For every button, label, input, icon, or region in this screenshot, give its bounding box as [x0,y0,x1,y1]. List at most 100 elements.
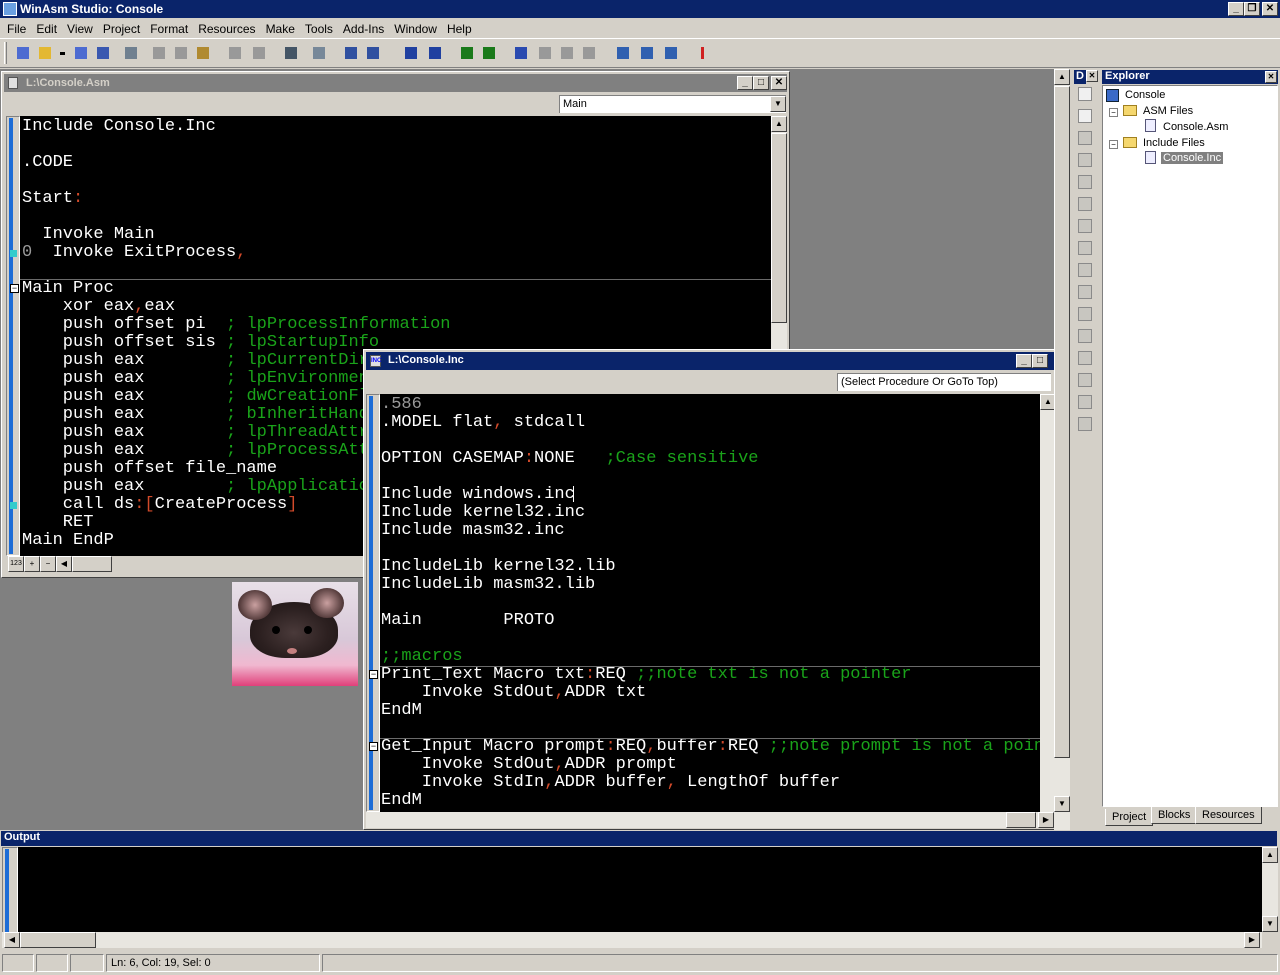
asm-vscroll-thumb[interactable] [771,133,787,323]
scroll-up-icon[interactable]: ▲ [1262,847,1278,863]
inc-procedure-combo[interactable]: (Select Procedure Or GoTo Top) [837,373,1051,391]
tab-project[interactable]: Project [1105,809,1154,826]
code-line[interactable] [22,262,450,280]
menu-make[interactable]: Make [261,19,300,39]
output-hscroll-thumb[interactable] [20,932,96,948]
app-restore-button[interactable]: ❐ [1244,2,1260,16]
menu-view[interactable]: View [62,19,98,39]
code-line[interactable] [381,594,1052,612]
scroll-left-icon[interactable]: ◀ [56,556,72,572]
send-back-icon[interactable] [1078,417,1092,431]
cut-icon[interactable] [148,42,170,64]
code-line[interactable]: Invoke Main [22,226,450,244]
copy-icon[interactable] [170,42,192,64]
tab-blocks[interactable]: Blocks [1151,807,1198,824]
code-line[interactable] [22,136,450,154]
explorer-close-button[interactable]: ✕ [1265,71,1277,83]
scroll-down-icon[interactable]: ▼ [1054,796,1070,812]
save-all-icon[interactable] [92,42,114,64]
tree-expand-icon[interactable]: − [1109,140,1118,149]
asm-procedure-combo[interactable]: Main ▼ [559,95,786,113]
asm-minimize-button[interactable]: _ [737,76,753,90]
code-line[interactable]: Start: [22,190,450,208]
add-file-icon[interactable] [308,42,330,64]
menu-format[interactable]: Format [145,19,193,39]
toggle-grid-icon[interactable] [1078,87,1092,101]
tree-inc-file[interactable]: Console.Inc [1161,152,1224,164]
code-line[interactable] [22,172,450,190]
fold-marker-icon[interactable]: − [10,284,19,293]
same-width-icon[interactable] [1078,285,1092,299]
open-icon[interactable] [34,42,56,64]
inc-maximize-button[interactable]: □ [1032,354,1048,368]
menu-resources[interactable]: Resources [193,19,260,39]
inc-window-titlebar[interactable]: INC L:\Console.Inc _ □ [366,352,1054,370]
tree-expand-icon[interactable]: − [1109,108,1118,117]
align-center-icon[interactable] [1078,175,1092,189]
code-line[interactable]: ;;macros [381,648,1052,666]
indent-icon[interactable] [400,42,422,64]
output-text-area[interactable] [18,847,1262,932]
inc-code-area[interactable]: .586 .MODEL flat, stdcall OPTION CASEMAP:… [380,394,1052,812]
menu-tools[interactable]: Tools [300,19,338,39]
output-vertical-scrollbar[interactable]: ▲ ▼ [1262,847,1278,932]
menu-file[interactable]: File [2,19,31,39]
pointer-icon[interactable] [1078,131,1092,145]
code-line[interactable]: Print_Text Macro txt:REQ ;;note txt is n… [381,666,1052,684]
align-top-icon[interactable] [1078,219,1092,233]
bring-front-icon[interactable] [1078,395,1092,409]
asm-window-titlebar[interactable]: L:\Console.Asm _ □ ✕ [4,74,787,92]
asm-hscroll-thumb[interactable] [72,556,112,572]
code-line[interactable] [381,540,1052,558]
code-line[interactable]: EndM [381,702,1052,720]
mdi-vscroll-thumb[interactable] [1054,86,1070,758]
center-vert-icon[interactable] [1078,373,1092,387]
code-line[interactable]: Include Console.Inc [22,118,450,136]
code-line[interactable]: 0 Invoke ExitProcess, [22,244,450,262]
asm-close-button[interactable]: ✕ [771,76,787,90]
code-line[interactable]: Invoke StdIn,ADDR buffer, LengthOf buffe… [381,774,1052,792]
code-line[interactable]: .MODEL flat, stdcall [381,414,1052,432]
align-left-icon[interactable] [1078,153,1092,167]
next-bookmark-icon[interactable] [534,42,556,64]
inc-minimize-button[interactable]: _ [1016,354,1032,368]
code-line[interactable]: EndM [381,792,1052,810]
app-minimize-button[interactable]: _ [1228,2,1244,16]
prev-bookmark-icon[interactable] [556,42,578,64]
same-size-icon[interactable] [1078,329,1092,343]
code-line[interactable]: Include kernel32.inc [381,504,1052,522]
project-tree[interactable]: Console − ASM Files Console.Asm − Includ… [1102,85,1278,807]
menu-edit[interactable]: Edit [31,19,62,39]
clear-bookmarks-icon[interactable] [578,42,600,64]
code-line[interactable]: Main Proc [22,280,450,298]
code-line[interactable]: Invoke StdOut,ADDR prompt [381,756,1052,774]
replace-icon[interactable] [362,42,384,64]
save-icon[interactable] [70,42,92,64]
link-icon[interactable] [636,42,658,64]
code-line[interactable] [381,630,1052,648]
outdent-icon[interactable] [424,42,446,64]
tree-asm-file[interactable]: Console.Asm [1163,121,1228,133]
inc-hscroll-thumb[interactable] [1006,812,1036,828]
mdi-vertical-scrollbar[interactable]: ▲ ▼ [1054,69,1070,830]
redo-icon[interactable] [248,42,270,64]
code-line[interactable] [381,432,1052,450]
new-project-icon[interactable] [12,42,34,64]
scroll-right-icon[interactable]: ▶ [1244,932,1260,948]
fold-marker-icon[interactable]: − [369,742,378,751]
code-line[interactable]: push offset pi ; lpProcessInformation [22,316,451,334]
code-line[interactable] [381,720,1052,738]
fold-marker-icon[interactable]: − [369,670,378,679]
line-numbers-icon[interactable]: 123 [8,556,24,572]
find-icon[interactable] [340,42,362,64]
code-line[interactable]: IncludeLib kernel32.lib [381,558,1052,576]
code-line[interactable]: .586 [381,396,1052,414]
asm-maximize-button[interactable]: □ [753,76,769,90]
collapse-all-icon[interactable]: − [40,556,56,572]
vertical-toolbar-close-button[interactable]: ✕ [1086,70,1098,82]
uncomment-icon[interactable] [478,42,500,64]
close-file-icon[interactable] [120,42,142,64]
code-line[interactable]: IncludeLib masm32.lib [381,576,1052,594]
align-bottom-icon[interactable] [1078,263,1092,277]
scroll-right-icon[interactable]: ▶ [1038,812,1054,828]
